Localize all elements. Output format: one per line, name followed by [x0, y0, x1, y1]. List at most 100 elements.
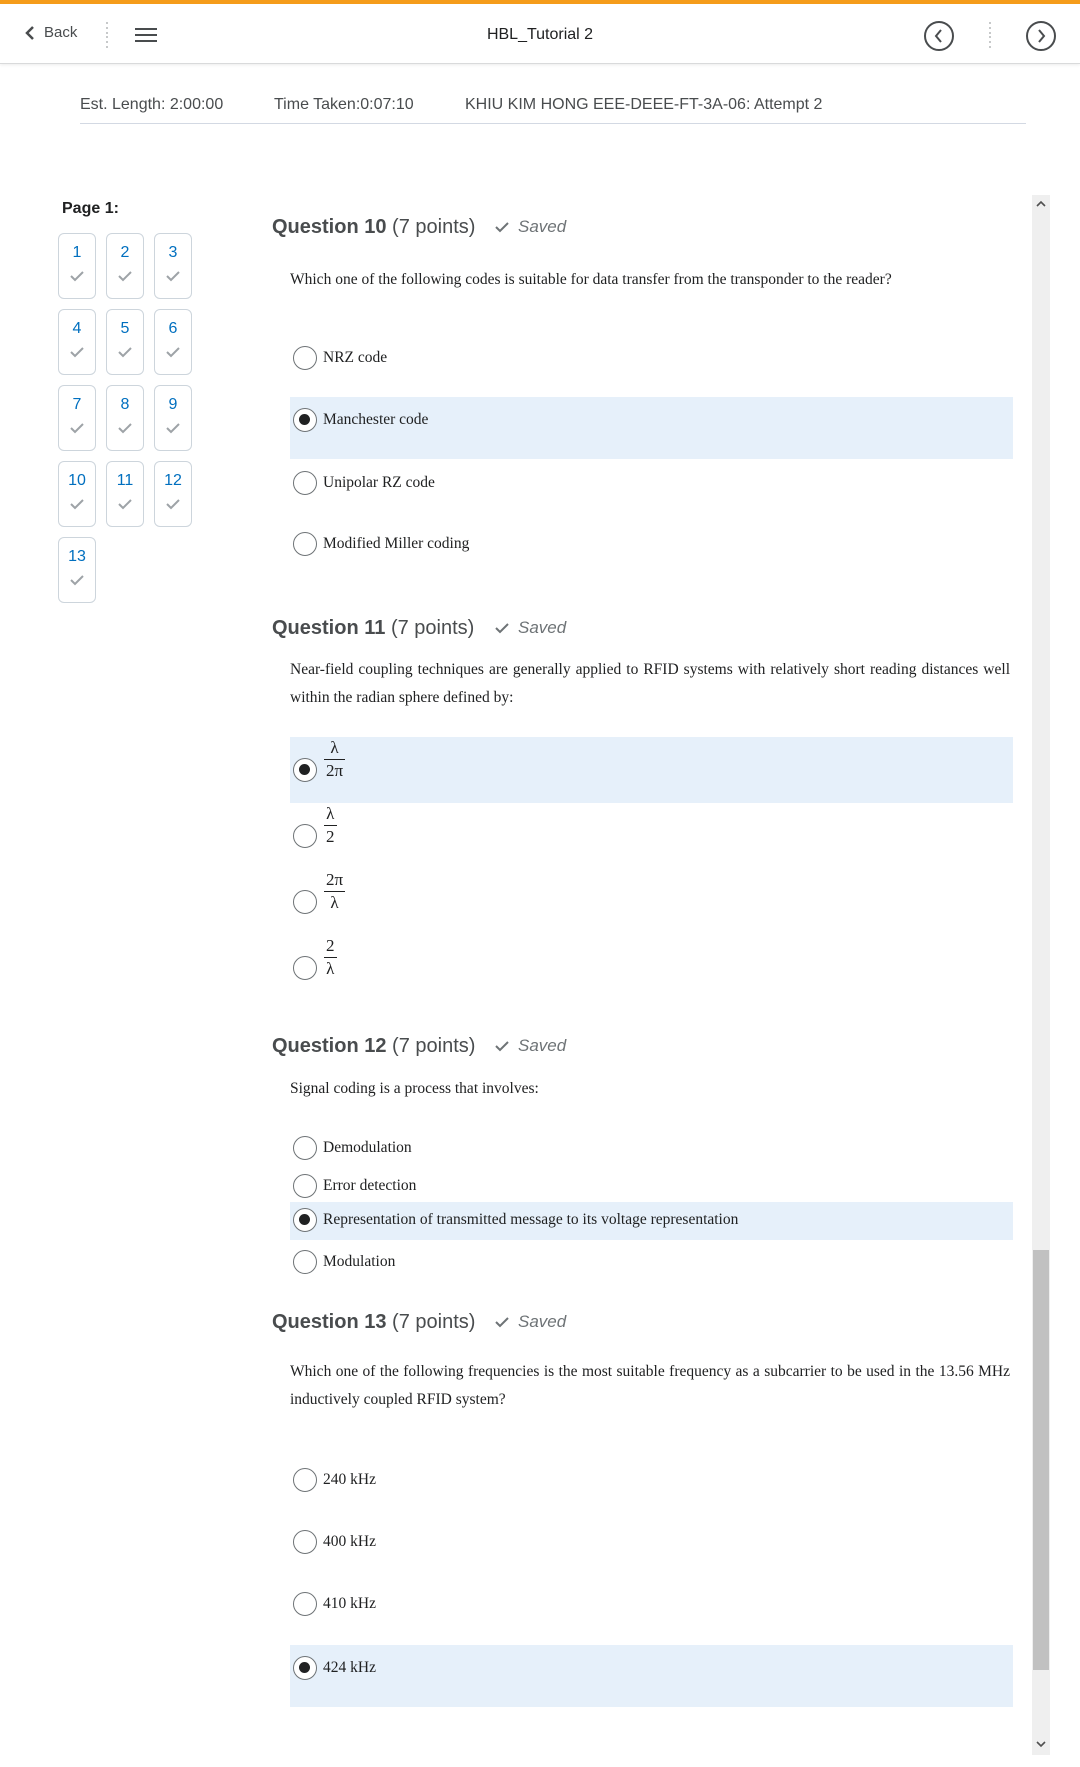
answer-option-label: Modulation	[323, 1253, 396, 1270]
answer-option-label: Error detection	[323, 1177, 417, 1194]
scroll-up-button[interactable]	[1032, 195, 1050, 211]
radio-button[interactable]	[293, 1530, 317, 1554]
answer-option[interactable]: 240 kHz	[290, 1460, 1013, 1506]
answer-option-label: 240 kHz	[323, 1471, 376, 1488]
scroll-down-button[interactable]	[1032, 1736, 1050, 1752]
question-nav-number: 13	[68, 548, 86, 565]
question-nav-10[interactable]: 10	[58, 461, 96, 527]
question-nav-12[interactable]: 12	[154, 461, 192, 527]
radio-button[interactable]	[293, 408, 317, 432]
saved-label: Saved	[518, 217, 567, 236]
checkmark-icon	[118, 499, 132, 510]
scrollbar-thumb[interactable]	[1033, 1250, 1049, 1670]
fraction-label: 2π λ	[324, 869, 346, 914]
quiz-info-bar: Est. Length: 2:00:00 Time Taken:0:07:10 …	[80, 94, 1026, 124]
question-nav-3[interactable]: 3	[154, 233, 192, 299]
fraction-numerator: 2π	[324, 869, 346, 892]
checkmark-icon	[166, 347, 180, 358]
answer-option[interactable]: NRZ code	[290, 338, 1013, 384]
radio-button[interactable]	[293, 471, 317, 495]
question-nav-number: 8	[120, 396, 130, 413]
checkmark-icon	[495, 222, 509, 233]
question-nav-number: 9	[168, 396, 178, 413]
radio-button[interactable]	[293, 956, 317, 980]
checkmark-icon	[70, 347, 84, 358]
answer-option[interactable]: Demodulation	[290, 1134, 1013, 1172]
radio-button[interactable]	[293, 1208, 317, 1232]
answer-option[interactable]: 410 kHz	[290, 1584, 1013, 1630]
radio-button[interactable]	[293, 1468, 317, 1492]
question-nav-number: 5	[120, 320, 130, 337]
saved-status: Saved	[494, 1312, 566, 1332]
radio-button[interactable]	[293, 824, 317, 848]
question-nav-number: 1	[72, 244, 82, 261]
est-length: Est. Length: 2:00:00	[80, 96, 224, 113]
checkmark-icon	[118, 347, 132, 358]
time-taken: Time Taken:0:07:10	[274, 96, 414, 113]
fraction-label: 2λ	[324, 935, 337, 980]
answer-option[interactable]: 2π λ	[290, 869, 1013, 935]
previous-page-button[interactable]	[924, 21, 954, 51]
question-title: Question 11	[272, 617, 386, 639]
circle-arrow-right-icon	[1038, 29, 1046, 43]
question-nav-11[interactable]: 11	[106, 461, 144, 527]
chevron-down-icon	[1036, 1740, 1046, 1747]
checkmark-icon	[166, 271, 180, 282]
answer-option-label: Representation of transmitted message to…	[323, 1211, 739, 1228]
question-heading: Question 12 (7 points)	[272, 1035, 475, 1058]
radio-button[interactable]	[293, 758, 317, 782]
question-nav-8[interactable]: 8	[106, 385, 144, 451]
answer-option[interactable]: λ 2π	[290, 737, 1013, 803]
radio-button[interactable]	[293, 890, 317, 914]
fraction-label: λ 2π	[324, 737, 346, 782]
checkmark-icon	[495, 1041, 509, 1052]
question-nav-2[interactable]: 2	[106, 233, 144, 299]
question-nav-number: 2	[120, 244, 130, 261]
answer-option[interactable]: λ2	[290, 803, 1013, 869]
question-nav-13[interactable]: 13	[58, 537, 96, 603]
question-nav-1[interactable]: 1	[58, 233, 96, 299]
answer-option-label: Manchester code	[323, 411, 429, 428]
answer-option[interactable]: Representation of transmitted message to…	[290, 1202, 1013, 1240]
page-label: Page 1:	[62, 200, 119, 217]
radio-button[interactable]	[293, 346, 317, 370]
checkmark-icon	[70, 499, 84, 510]
radio-button[interactable]	[293, 1136, 317, 1160]
radio-button[interactable]	[293, 1250, 317, 1274]
answer-option-label: 424 kHz	[323, 1659, 376, 1676]
question-heading: Question 13 (7 points)	[272, 1311, 475, 1334]
back-button[interactable]: Back	[24, 24, 77, 41]
radio-button[interactable]	[293, 1174, 317, 1198]
radio-button[interactable]	[293, 1592, 317, 1616]
question-heading: Question 11 (7 points)	[272, 617, 474, 640]
back-label: Back	[44, 24, 78, 41]
answer-option[interactable]: Modified Miller coding	[290, 524, 1013, 570]
answer-option[interactable]: Unipolar RZ code	[290, 463, 1013, 509]
question-nav-6[interactable]: 6	[154, 309, 192, 375]
question-text: Near-field coupling techniques are gener…	[290, 661, 1010, 706]
question-nav-4[interactable]: 4	[58, 309, 96, 375]
checkmark-icon	[70, 575, 84, 586]
question-nav-number: 10	[68, 472, 86, 489]
answer-option[interactable]: Manchester code	[290, 397, 1013, 459]
question-nav-number: 11	[116, 472, 134, 489]
question-nav-5[interactable]: 5	[106, 309, 144, 375]
question-nav-9[interactable]: 9	[154, 385, 192, 451]
answer-option[interactable]: 2λ	[290, 935, 1013, 1001]
next-page-button[interactable]	[1026, 21, 1056, 51]
fraction-label: λ2	[324, 803, 337, 848]
answer-option-label: NRZ code	[323, 349, 388, 366]
vertical-dots-icon	[105, 22, 109, 48]
checkmark-icon	[118, 423, 132, 434]
radio-button[interactable]	[293, 1656, 317, 1680]
radio-button[interactable]	[293, 532, 317, 556]
hamburger-menu-icon[interactable]	[135, 28, 157, 44]
question-nav-number: 12	[164, 472, 182, 489]
saved-status: Saved	[494, 618, 566, 638]
answer-option[interactable]: 424 kHz	[290, 1645, 1013, 1707]
checkmark-icon	[70, 271, 84, 282]
question-nav-7[interactable]: 7	[58, 385, 96, 451]
question-points: (7 points)	[392, 216, 476, 238]
answer-option[interactable]: 400 kHz	[290, 1522, 1013, 1568]
answer-option[interactable]: Modulation	[290, 1248, 1013, 1286]
